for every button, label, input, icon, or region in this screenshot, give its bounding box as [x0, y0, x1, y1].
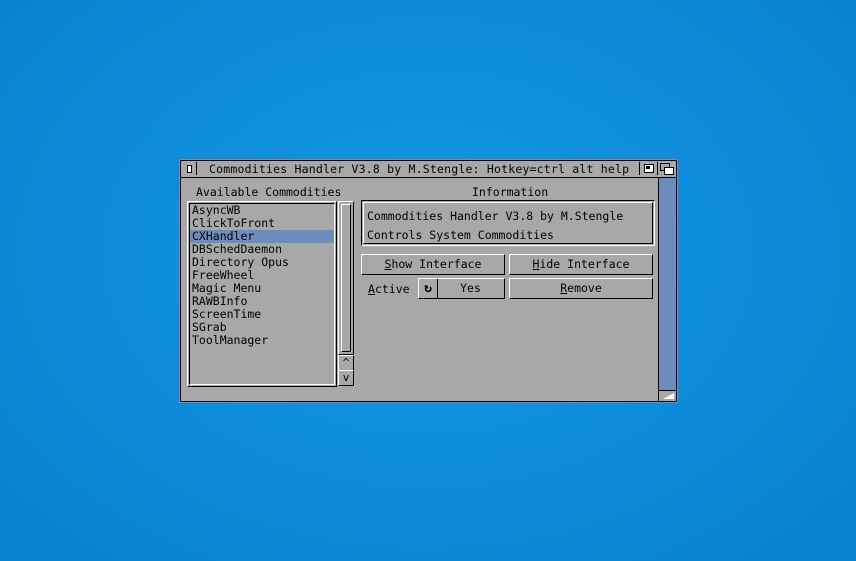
show-interface-label: how Interface [391, 257, 482, 271]
cycle-icon: ↻ [419, 279, 438, 298]
info-line-2: Controls System Commodities [367, 228, 554, 242]
information-box: Commodities Handler V3.8 by M.Stengle Co… [361, 200, 655, 246]
zoom-icon[interactable] [639, 162, 657, 175]
list-item[interactable]: ToolManager [190, 334, 334, 347]
scroll-up-icon[interactable]: ^ [338, 355, 354, 371]
scroll-knob[interactable] [341, 204, 351, 352]
show-interface-button[interactable]: Show Interface [361, 254, 505, 275]
active-value: Yes [460, 281, 481, 295]
remove-label: emove [567, 281, 602, 295]
active-accel: A [368, 282, 375, 296]
commodities-window: Commodities Handler V3.8 by M.Stengle: H… [180, 160, 677, 402]
active-label: Active [368, 282, 410, 296]
available-heading: Available Commodities [196, 185, 342, 199]
close-icon[interactable] [182, 162, 197, 175]
remove-button[interactable]: Remove [509, 278, 653, 299]
scroll-down-icon[interactable]: v [338, 370, 354, 386]
hide-interface-label: ide Interface [539, 257, 630, 271]
depth-icon[interactable] [657, 162, 675, 175]
hide-interface-button[interactable]: Hide Interface [509, 254, 653, 275]
information-heading: Information [472, 185, 549, 199]
list-scrollbar[interactable] [338, 201, 354, 355]
title-bar[interactable]: Commodities Handler V3.8 by M.Stengle: H… [181, 161, 676, 178]
right-border [658, 178, 676, 401]
active-cycle-button[interactable]: ↻ Yes [418, 278, 505, 299]
commodities-list[interactable]: AsyncWB ClickToFront CXHandler DBSchedDaemo… [187, 201, 337, 387]
list-items: AsyncWB ClickToFront CXHandler DBSchedDaemo… [189, 203, 335, 385]
window-title: Commodities Handler V3.8 by M.Stengle: H… [209, 162, 630, 176]
resize-icon[interactable] [658, 390, 676, 401]
info-line-1: Commodities Handler V3.8 by M.Stengle [367, 209, 624, 223]
active-label-text: ctive [374, 282, 410, 296]
